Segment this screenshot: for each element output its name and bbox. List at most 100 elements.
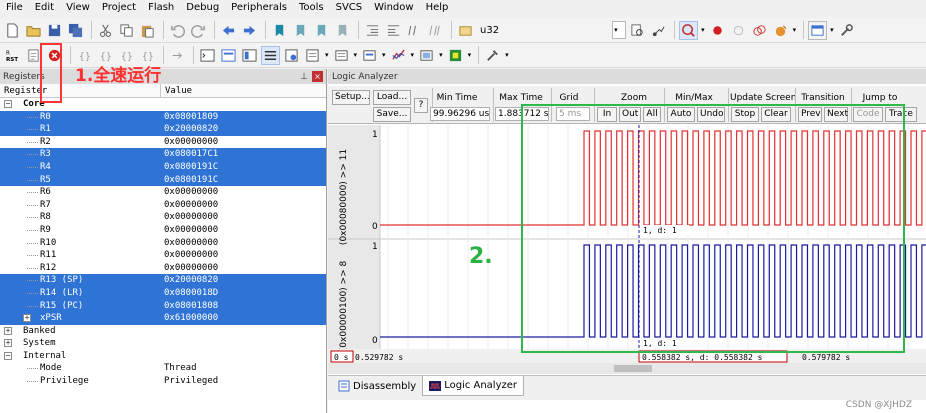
serial-window-icon[interactable]: [360, 46, 379, 65]
registers-window-icon[interactable]: [261, 45, 280, 65]
window-layout-icon[interactable]: [808, 20, 828, 40]
register-row[interactable]: + Banked: [0, 325, 326, 338]
save-button[interactable]: Save...: [373, 107, 411, 122]
watch-window-icon[interactable]: [303, 46, 322, 65]
register-row[interactable]: R0 0x08001809: [0, 110, 326, 124]
menu-debug[interactable]: Debug: [180, 0, 225, 16]
paste-icon[interactable]: [138, 21, 157, 40]
uncomment-icon[interactable]: [426, 21, 445, 40]
cut-icon[interactable]: [96, 21, 115, 40]
register-row[interactable]: Mode Thread: [0, 362, 326, 375]
menu-svcs[interactable]: SVCS: [330, 0, 369, 16]
expand-icon[interactable]: +: [23, 314, 31, 323]
register-row[interactable]: R11 0x00000000: [0, 249, 326, 262]
toolbox-icon[interactable]: [483, 46, 502, 65]
breakpoint-insert-icon[interactable]: [708, 21, 727, 40]
menu-tools[interactable]: Tools: [293, 0, 330, 16]
register-row[interactable]: R6 0x00000000: [0, 186, 326, 199]
register-row[interactable]: R2 0x00000000: [0, 136, 326, 149]
step-into-icon[interactable]: {}: [75, 46, 94, 65]
register-name: Privilege: [40, 376, 89, 387]
bookmark-prev-icon[interactable]: [291, 21, 310, 40]
expand-icon[interactable]: +: [4, 339, 12, 348]
copy-icon[interactable]: [117, 21, 136, 40]
collapse-icon[interactable]: −: [4, 100, 12, 108]
tab-disassembly[interactable]: Disassembly: [332, 376, 422, 396]
register-row[interactable]: + xPSR 0x61000000: [0, 312, 326, 325]
memory-window-icon[interactable]: [332, 46, 351, 65]
main-toolbar: u32 ▾ ▾ ▾ ▾: [0, 18, 926, 43]
col-value[interactable]: Value: [161, 84, 192, 97]
collapse-icon[interactable]: −: [4, 351, 12, 360]
save-all-icon[interactable]: [66, 21, 85, 40]
tab-logic-analyzer[interactable]: Logic Analyzer: [422, 376, 525, 396]
system-viewer-icon[interactable]: [446, 46, 465, 65]
register-row[interactable]: − Internal: [0, 350, 326, 363]
bookmark-next-icon[interactable]: [312, 21, 331, 40]
scrollbar-thumb[interactable]: [614, 365, 652, 372]
find-in-files-icon[interactable]: [649, 21, 668, 40]
setup-button[interactable]: Setup...: [332, 90, 370, 105]
step-out-icon[interactable]: {}: [117, 46, 136, 65]
run-to-cursor-icon[interactable]: {}: [138, 46, 157, 65]
comment-icon[interactable]: [405, 21, 424, 40]
step-over-icon[interactable]: {}: [96, 46, 115, 65]
register-row[interactable]: R15 (PC) 0x08001808: [0, 299, 326, 313]
trace-window-icon[interactable]: [417, 46, 436, 65]
register-row[interactable]: R9 0x00000000: [0, 224, 326, 237]
target-select[interactable]: ▾: [612, 21, 627, 39]
register-row[interactable]: R14 (LR) 0x0800018D: [0, 286, 326, 300]
indent-icon[interactable]: [363, 21, 382, 40]
register-name: R0: [40, 111, 51, 122]
register-row[interactable]: R7 0x00000000: [0, 199, 326, 212]
register-row[interactable]: R3 0x080017C1: [0, 148, 326, 161]
analysis-window-icon[interactable]: [389, 46, 408, 65]
symbols-window-icon[interactable]: [240, 46, 259, 65]
menu-view[interactable]: View: [60, 0, 96, 16]
load-button[interactable]: Load...: [373, 90, 411, 105]
register-row[interactable]: R12 0x00000000: [0, 262, 326, 275]
help-button[interactable]: ?: [414, 98, 428, 113]
undo-icon[interactable]: [168, 21, 187, 40]
menu-peripherals[interactable]: Peripherals: [225, 0, 293, 16]
breakpoint-kill-all-icon[interactable]: [771, 21, 790, 40]
disassembly-window-icon[interactable]: [219, 46, 238, 65]
call-stack-window-icon[interactable]: [282, 46, 301, 65]
bookmark-clear-icon[interactable]: [333, 21, 352, 40]
breakpoint-enable-icon[interactable]: [729, 21, 748, 40]
show-next-statement-icon[interactable]: [168, 46, 187, 65]
target-icon[interactable]: [456, 21, 475, 40]
command-window-icon[interactable]: [198, 46, 217, 65]
bookmark-icon[interactable]: [270, 21, 289, 40]
configure-icon[interactable]: [837, 21, 856, 40]
register-row[interactable]: R5 0x0800191C: [0, 173, 326, 187]
save-icon[interactable]: [45, 21, 64, 40]
pin-icon[interactable]: ⊥: [300, 72, 308, 82]
expand-icon[interactable]: +: [4, 326, 12, 335]
close-icon[interactable]: ×: [312, 71, 323, 82]
register-row[interactable]: R4 0x0800191C: [0, 160, 326, 174]
register-row[interactable]: Privilege Privileged: [0, 375, 326, 388]
nav-back-icon[interactable]: [219, 21, 238, 40]
menu-project[interactable]: Project: [96, 0, 142, 16]
register-name: R1: [40, 124, 51, 135]
menu-help[interactable]: Help: [420, 0, 455, 16]
reset-icon[interactable]: R RST: [3, 46, 22, 65]
register-row[interactable]: + System: [0, 337, 326, 350]
menu-file[interactable]: File: [0, 0, 29, 16]
nav-forward-icon[interactable]: [240, 21, 259, 40]
register-row[interactable]: R1 0x20000820: [0, 123, 326, 136]
breakpoint-disable-all-icon[interactable]: [750, 21, 769, 40]
register-row[interactable]: R10 0x00000000: [0, 237, 326, 250]
menu-flash[interactable]: Flash: [142, 0, 180, 16]
register-row[interactable]: R8 0x00000000: [0, 211, 326, 224]
menu-window[interactable]: Window: [368, 0, 419, 16]
unindent-icon[interactable]: [384, 21, 403, 40]
redo-icon[interactable]: [189, 21, 208, 40]
menu-edit[interactable]: Edit: [29, 0, 60, 16]
register-row[interactable]: R13 (SP) 0x20000820: [0, 274, 326, 287]
find-icon[interactable]: [628, 21, 647, 40]
debug-session-icon[interactable]: [679, 20, 699, 40]
new-file-icon[interactable]: [3, 21, 22, 40]
open-folder-icon[interactable]: [24, 21, 43, 40]
